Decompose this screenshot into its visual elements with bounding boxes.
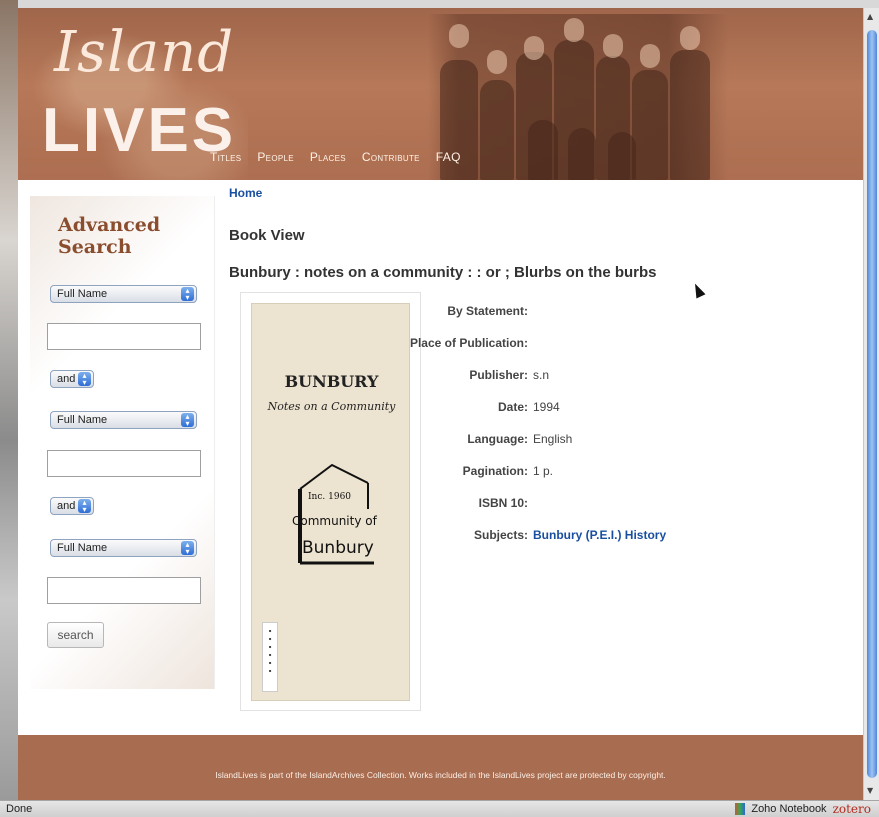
photo-person [480, 80, 514, 180]
logo-island-text[interactable]: Island [54, 20, 234, 85]
book-title: Bunbury : notes on a community : : or ; … [229, 264, 657, 281]
main-nav: Titles People Places Contribute FAQ [210, 150, 461, 164]
zoho-notebook-label[interactable]: Zoho Notebook [751, 803, 826, 815]
search-button[interactable]: search [47, 622, 104, 648]
field2-select[interactable]: Full Name ▴ ▾ [50, 411, 197, 429]
select-arrows-icon: ▴ ▾ [181, 287, 194, 302]
meta-row-by-statement: By Statement: [418, 304, 678, 320]
library-call-label: ▪ ▪ ▪ ▪ ▪ ▪ [262, 622, 278, 692]
meta-row-language: Language: English [418, 432, 678, 448]
advanced-search-title: Advanced Search [58, 214, 161, 258]
nav-faq[interactable]: FAQ [436, 150, 461, 164]
meta-label: By Statement: [447, 304, 528, 318]
page-heading: Book View [229, 227, 305, 244]
community-logo-icon: Inc. 1960 Community of Bunbury [292, 463, 378, 565]
meta-label: Language: [467, 432, 528, 446]
field3-select[interactable]: Full Name ▴ ▾ [50, 539, 197, 557]
meta-label: Pagination: [462, 464, 528, 478]
logo-lives-text[interactable]: LIVES [42, 100, 236, 162]
photo-person [528, 120, 558, 180]
cover-title: BUNBURY [284, 372, 379, 391]
operator2-select-value: and [57, 500, 76, 512]
photo-person [568, 128, 596, 180]
meta-value: English [533, 432, 573, 446]
vertical-scrollbar[interactable]: ▲ ▼ [863, 8, 879, 800]
nav-places[interactable]: Places [310, 150, 346, 164]
photo-person [608, 132, 636, 180]
meta-row-pagination: Pagination: 1 p. [418, 464, 678, 480]
meta-label: Place of Publication: [409, 336, 528, 350]
meta-row-date: Date: 1994 [418, 400, 678, 416]
meta-value: 1 p. [533, 464, 554, 478]
meta-row-subjects: Subjects: Bunbury (P.E.I.) History [418, 528, 678, 544]
field2-select-value: Full Name [57, 414, 108, 426]
photo-head [603, 34, 623, 58]
window-edge [0, 0, 879, 8]
meta-value: s.n [533, 368, 550, 382]
select-arrows-icon: ▴ ▾ [78, 372, 91, 387]
book-cover-image[interactable]: BUNBURY Notes on a Community Inc. 1960 C… [251, 303, 410, 701]
meta-label: Date: [497, 400, 528, 414]
field3-input[interactable] [47, 577, 201, 604]
footer-copyright: IslandLives is part of the IslandArchive… [215, 770, 666, 780]
photo-head [564, 18, 584, 42]
operator1-select-value: and [57, 373, 76, 385]
meta-row-place: Place of Publication: [410, 336, 678, 352]
operator2-select[interactable]: and ▴ ▾ [50, 497, 94, 515]
photo-head [524, 36, 544, 60]
field1-input[interactable] [47, 323, 201, 350]
breadcrumb-home[interactable]: Home [229, 186, 262, 200]
field1-select-value: Full Name [57, 288, 108, 300]
advanced-search-panel: Advanced Search Full Name ▴ ▾ and ▴ ▾ Full… [30, 196, 215, 689]
meta-label: Subjects: [473, 528, 528, 542]
select-arrows-icon: ▴ ▾ [181, 541, 194, 556]
scroll-down-icon[interactable]: ▼ [867, 786, 873, 795]
meta-row-isbn: ISBN 10: [418, 496, 678, 512]
select-arrows-icon: ▴ ▾ [181, 413, 194, 428]
meta-value: 1994 [533, 400, 560, 414]
site-footer: IslandLives is part of the IslandArchive… [18, 735, 863, 800]
scroll-up-icon[interactable]: ▲ [867, 12, 873, 21]
nav-titles[interactable]: Titles [210, 150, 241, 164]
status-text: Done [6, 803, 33, 815]
logo-inc-text: Inc. 1960 [308, 492, 351, 502]
photo-head [680, 26, 700, 50]
site-header: Island LIVES Titles People Places Contri… [18, 8, 863, 180]
operator1-select[interactable]: and ▴ ▾ [50, 370, 94, 388]
background-window [0, 0, 18, 800]
browser-status-bar: Done Zoho Notebook zotero [0, 800, 879, 817]
logo-community-text: Community of [292, 514, 378, 528]
browser-window: Island LIVES Titles People Places Contri… [0, 0, 879, 817]
field1-select[interactable]: Full Name ▴ ▾ [50, 285, 197, 303]
field3-select-value: Full Name [57, 542, 108, 554]
zotero-label[interactable]: zotero [833, 802, 871, 816]
header-family-photo [428, 14, 728, 180]
nav-people[interactable]: People [257, 150, 293, 164]
photo-head [640, 44, 660, 68]
nav-contribute[interactable]: Contribute [362, 150, 420, 164]
cover-subtitle: Notes on a Community [267, 400, 396, 413]
zoho-icon[interactable] [735, 803, 746, 815]
scrollbar-thumb[interactable] [867, 30, 877, 778]
field2-input[interactable] [47, 450, 201, 477]
photo-head [487, 50, 507, 74]
subject-link[interactable]: Bunbury (P.E.I.) History [533, 528, 666, 542]
meta-label: ISBN 10: [478, 496, 528, 510]
status-addons: Zoho Notebook zotero [735, 802, 871, 816]
meta-row-publisher: Publisher: s.n [418, 368, 678, 384]
book-cover-frame: BUNBURY Notes on a Community Inc. 1960 C… [240, 292, 421, 711]
photo-person [670, 50, 710, 180]
meta-label: Publisher: [469, 368, 528, 382]
logo-bunbury-text: Bunbury [302, 538, 374, 558]
select-arrows-icon: ▴ ▾ [78, 499, 91, 514]
web-page: Island LIVES Titles People Places Contri… [18, 8, 863, 800]
photo-head [449, 24, 469, 48]
photo-person [632, 70, 668, 180]
